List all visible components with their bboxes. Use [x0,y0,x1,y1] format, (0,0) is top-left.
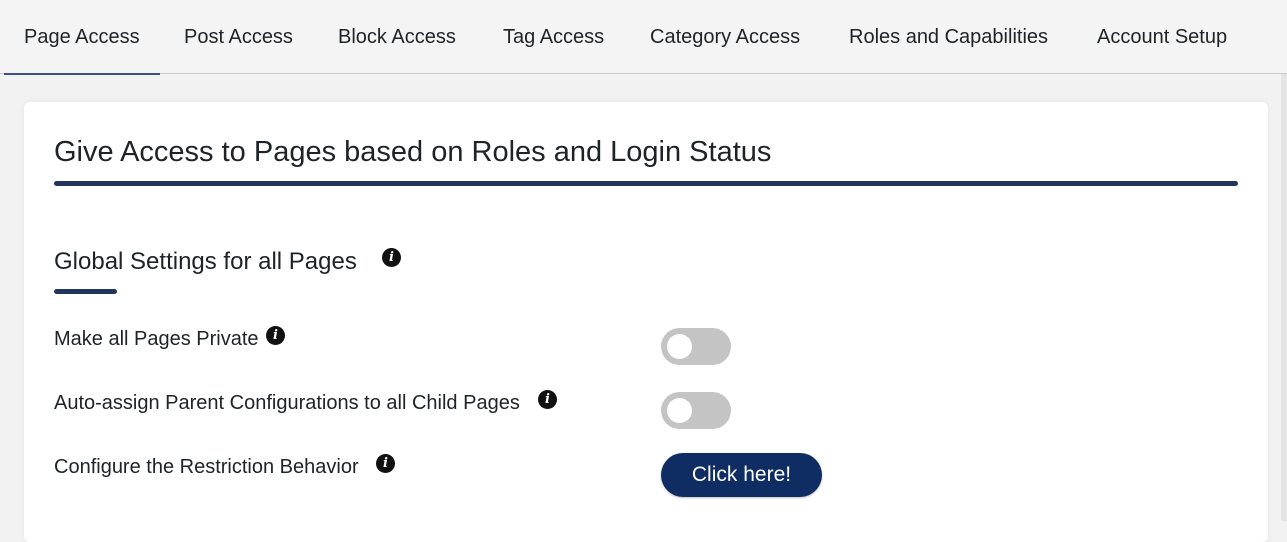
tab-post-access[interactable]: Post Access [184,0,293,74]
toggle-knob [667,398,692,423]
title-underline [54,181,1238,186]
scrollbar-track[interactable] [1281,74,1287,521]
tab-page-access[interactable]: Page Access [4,0,160,75]
click-here-button[interactable]: Click here! [661,453,822,497]
section-title: Global Settings for all Pages [54,248,357,275]
tab-tag-access[interactable]: Tag Access [503,0,604,74]
page-title: Give Access to Pages based on Roles and … [54,136,772,168]
tab-roles-and-capabilities[interactable]: Roles and Capabilities [849,0,1048,74]
tab-block-access[interactable]: Block Access [338,0,456,74]
tab-category-access[interactable]: Category Access [650,0,800,74]
make-pages-private-label: Make all Pages Private [54,328,259,350]
info-icon[interactable]: i [266,326,285,345]
restriction-behavior-label: Configure the Restriction Behavior [54,456,359,478]
tab-account-setup[interactable]: Account Setup [1097,0,1227,74]
auto-assign-parent-label: Auto-assign Parent Configurations to all… [54,392,520,414]
auto-assign-parent-toggle[interactable] [661,392,731,429]
info-icon[interactable]: i [382,248,401,267]
tab-bar: Page Access Post Access Block Access Tag… [0,0,1287,75]
section-underline [54,289,117,294]
settings-card: Give Access to Pages based on Roles and … [24,102,1268,542]
info-icon[interactable]: i [538,390,557,409]
make-pages-private-toggle[interactable] [661,328,731,365]
info-icon[interactable]: i [376,454,395,473]
toggle-knob [667,334,692,359]
